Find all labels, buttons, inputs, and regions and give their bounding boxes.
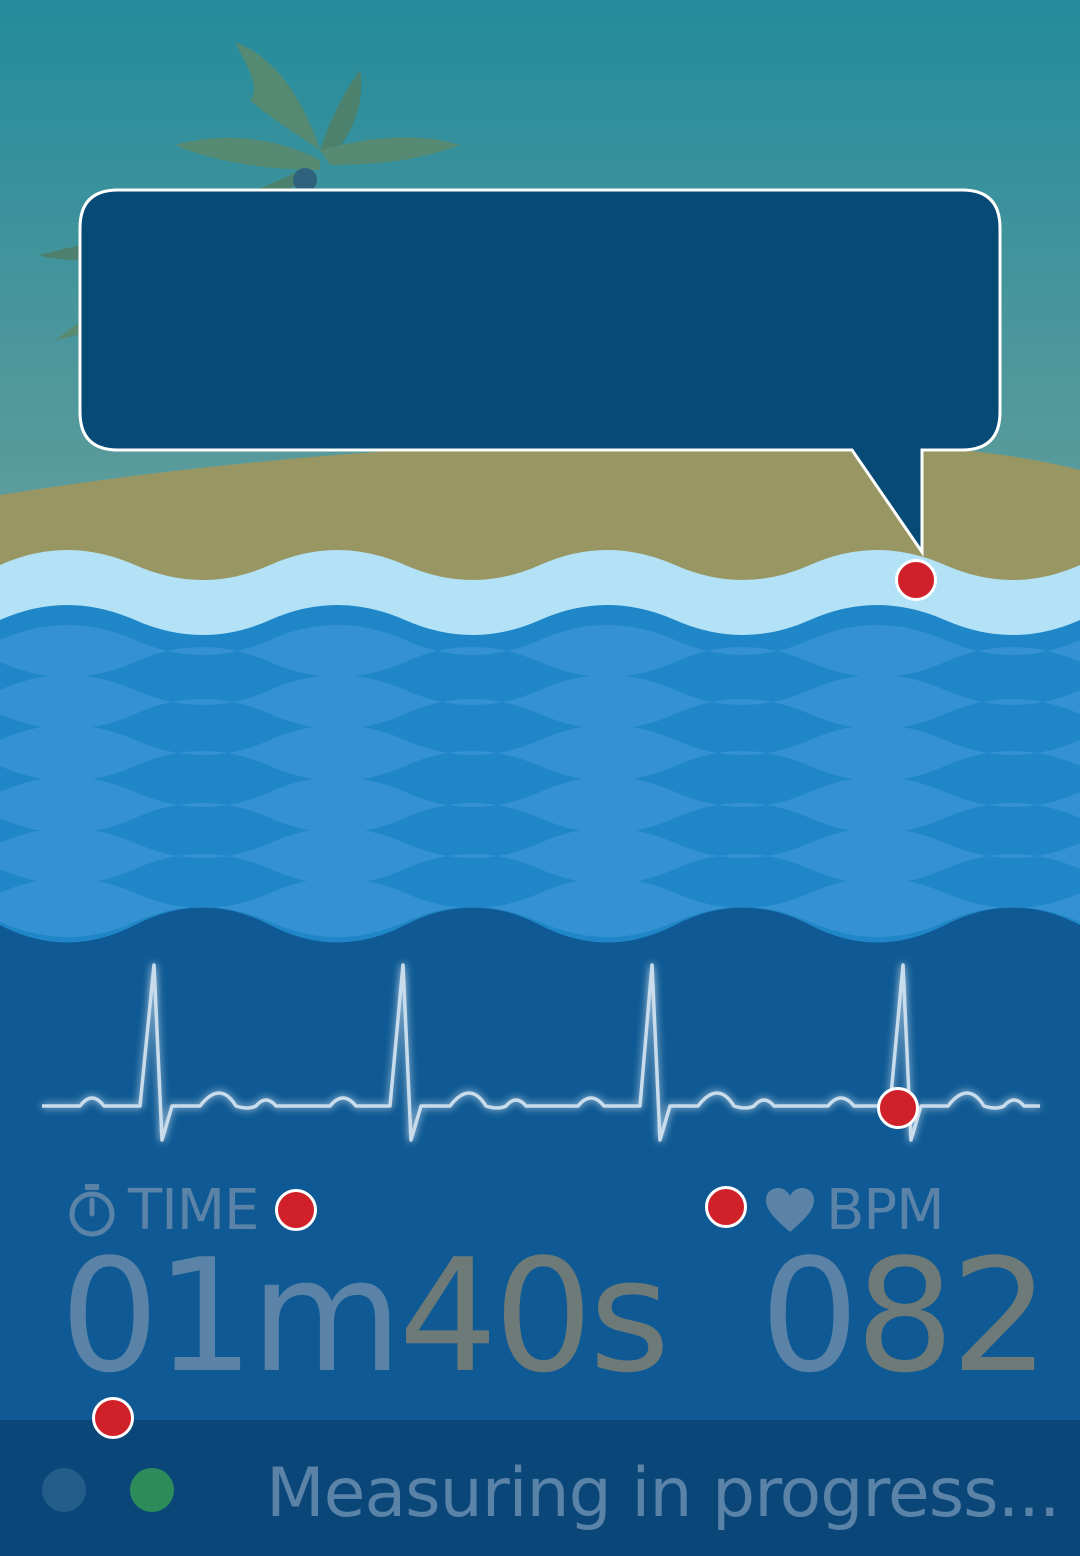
indicator-dot-green [130,1468,174,1512]
marker-dot [705,1186,747,1228]
marker-dot [275,1189,317,1231]
bpm-value: 082 [760,1238,1050,1394]
water-waves [0,605,1080,960]
marker-dot [877,1087,919,1129]
status-text: Measuring in progress... [266,1454,1060,1533]
indicator-dot-blue [42,1468,86,1512]
bpm-lead-digit: 0 [760,1225,859,1407]
time-seconds: 40 [398,1225,593,1407]
status-bar: Measuring in progress... [0,1420,1080,1556]
time-minutes: 01 [60,1225,255,1407]
bpm-digits: 82 [855,1225,1050,1407]
time-value: 01m40s [60,1238,670,1394]
time-seconds-unit: s [589,1225,670,1407]
marker-dot [92,1397,134,1439]
marker-dot [895,559,937,601]
time-minutes-unit: m [250,1225,403,1407]
